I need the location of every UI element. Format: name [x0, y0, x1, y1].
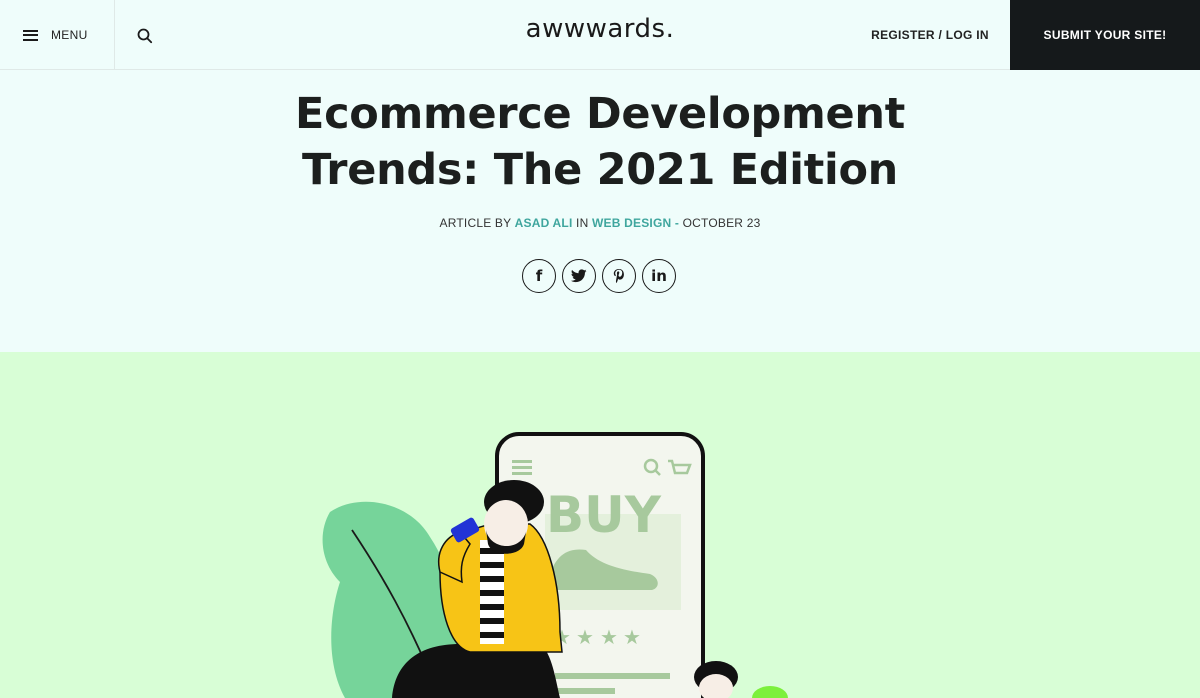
hero-image: BUY ★ ★ ★ ★: [0, 352, 1200, 698]
share-facebook-button[interactable]: f: [522, 259, 556, 293]
article-title-line-1: Ecommerce Development: [295, 89, 905, 139]
register-login-link[interactable]: REGISTER / LOG IN: [862, 0, 998, 70]
article-meta: ARTICLE BY ASAD ALI IN WEB DESIGN - OCTO…: [300, 216, 900, 230]
product-line: [555, 673, 670, 679]
menu-label: MENU: [51, 28, 88, 42]
site-header: MENU awwwards. REGISTER / LOG IN SUBMIT …: [0, 0, 1200, 70]
menu-button[interactable]: MENU: [0, 0, 115, 70]
svg-text:★: ★: [576, 625, 594, 649]
linkedin-icon: in: [651, 267, 667, 285]
article-title-line-2: Trends: The 2021 Edition: [302, 145, 898, 195]
article-date: OCTOBER 23: [682, 216, 761, 230]
share-buttons: f in: [522, 259, 678, 293]
facebook-icon: f: [535, 267, 543, 285]
share-linkedin-button[interactable]: in: [642, 259, 676, 293]
twitter-icon: [571, 269, 587, 283]
share-twitter-button[interactable]: [562, 259, 596, 293]
article-title: Ecommerce Development Trends: The 2021 E…: [250, 86, 950, 198]
author-link[interactable]: ASAD ALI: [515, 216, 573, 230]
phone-buy-text: BUY: [546, 486, 662, 544]
man-shirt: [480, 540, 504, 644]
pinterest-icon: [613, 269, 624, 284]
hero-illustration: BUY ★ ★ ★ ★: [322, 432, 788, 698]
category-link[interactable]: WEB DESIGN: [592, 216, 671, 230]
svg-text:★: ★: [600, 625, 618, 649]
meta-in: IN: [576, 216, 589, 230]
submit-site-button[interactable]: SUBMIT YOUR SITE!: [1010, 0, 1200, 70]
meta-prefix: ARTICLE BY: [439, 216, 512, 230]
meta-separator: -: [674, 216, 680, 230]
menu-icon: [23, 29, 38, 41]
search-icon: [137, 28, 153, 44]
phone-menu-icon: [512, 460, 532, 475]
search-button[interactable]: [130, 22, 160, 50]
share-pinterest-button[interactable]: [602, 259, 636, 293]
svg-text:★: ★: [623, 625, 641, 649]
green-ball: [752, 686, 788, 698]
site-logo[interactable]: awwwards.: [520, 14, 680, 44]
